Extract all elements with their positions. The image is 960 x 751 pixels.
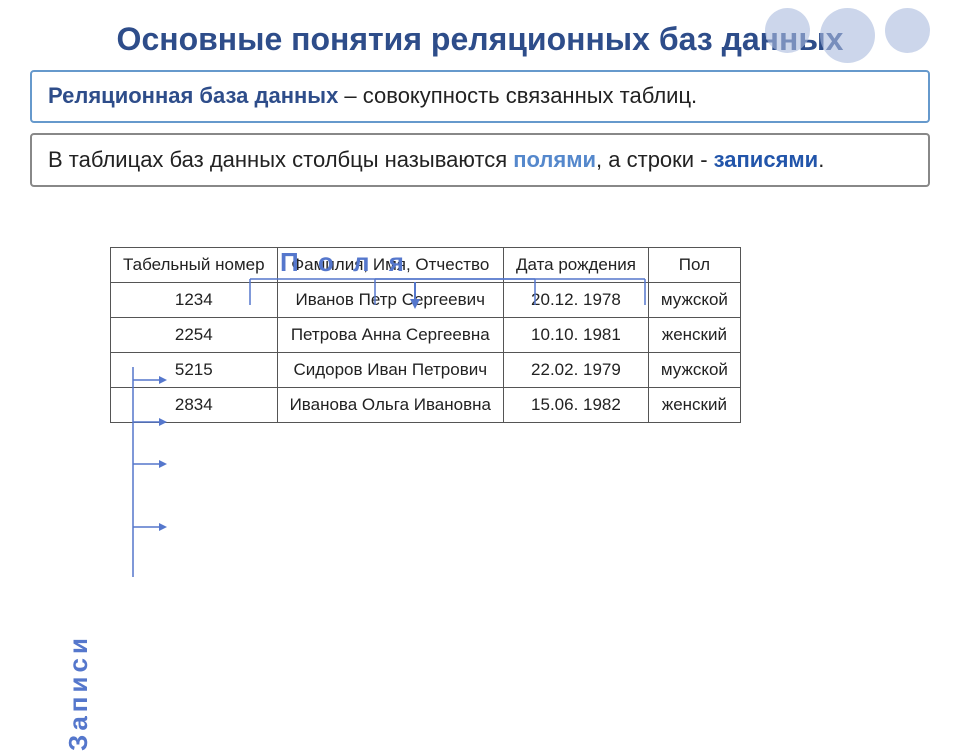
cell-0-3: мужской (648, 282, 740, 317)
cell-0-0: 1234 (111, 282, 278, 317)
page: Основные понятия реляционных баз данных … (0, 0, 960, 720)
table-wrapper: Табельный номер Фамилия, Имя, Отчество Д… (110, 247, 930, 423)
info-text-before: В таблицах баз данных столбцы называются (48, 147, 513, 172)
cell-2-1: Сидоров Иван Петрович (277, 352, 503, 387)
cell-3-1: Иванова Ольга Ивановна (277, 387, 503, 422)
cell-2-0: 5215 (111, 352, 278, 387)
zapisi-label: Записи (63, 634, 94, 751)
cell-2-3: мужской (648, 352, 740, 387)
info-box: В таблицах баз данных столбцы называются… (30, 133, 930, 187)
col-header-0: Табельный номер (111, 247, 278, 282)
cell-1-1: Петрова Анна Сергеевна (277, 317, 503, 352)
table-header-row: Табельный номер Фамилия, Имя, Отчество Д… (111, 247, 741, 282)
info-field-word: полями (513, 147, 596, 172)
circle-1 (765, 8, 810, 53)
definition-rest: – совокупность связанных таблиц. (338, 83, 697, 108)
cell-0-2: 20.12. 1978 (503, 282, 648, 317)
cell-3-0: 2834 (111, 387, 278, 422)
cell-1-2: 10.10. 1981 (503, 317, 648, 352)
table-row: 2254Петрова Анна Сергеевна10.10. 1981жен… (111, 317, 741, 352)
cell-1-3: женский (648, 317, 740, 352)
info-text-middle: , а строки - (596, 147, 714, 172)
definition-box: Реляционная база данных – совокупность с… (30, 70, 930, 123)
cell-3-3: женский (648, 387, 740, 422)
cell-3-2: 15.06. 1982 (503, 387, 648, 422)
col-header-2: Дата рождения (503, 247, 648, 282)
col-header-3: Пол (648, 247, 740, 282)
table-row: 2834Иванова Ольга Ивановна15.06. 1982жен… (111, 387, 741, 422)
data-table: Табельный номер Фамилия, Имя, Отчество Д… (110, 247, 741, 423)
decorative-circles (765, 8, 930, 63)
info-text-end: . (818, 147, 824, 172)
cell-2-2: 22.02. 1979 (503, 352, 648, 387)
polya-label: П о л я (280, 247, 410, 278)
definition-term: Реляционная база данных (48, 83, 338, 108)
table-row: 5215Сидоров Иван Петрович22.02. 1979мужс… (111, 352, 741, 387)
table-row: 1234Иванов Петр Сергеевич20.12. 1978мужс… (111, 282, 741, 317)
cell-1-0: 2254 (111, 317, 278, 352)
circle-3 (885, 8, 930, 53)
cell-0-1: Иванов Петр Сергеевич (277, 282, 503, 317)
circle-2 (820, 8, 875, 63)
info-record-word: записями (714, 147, 819, 172)
